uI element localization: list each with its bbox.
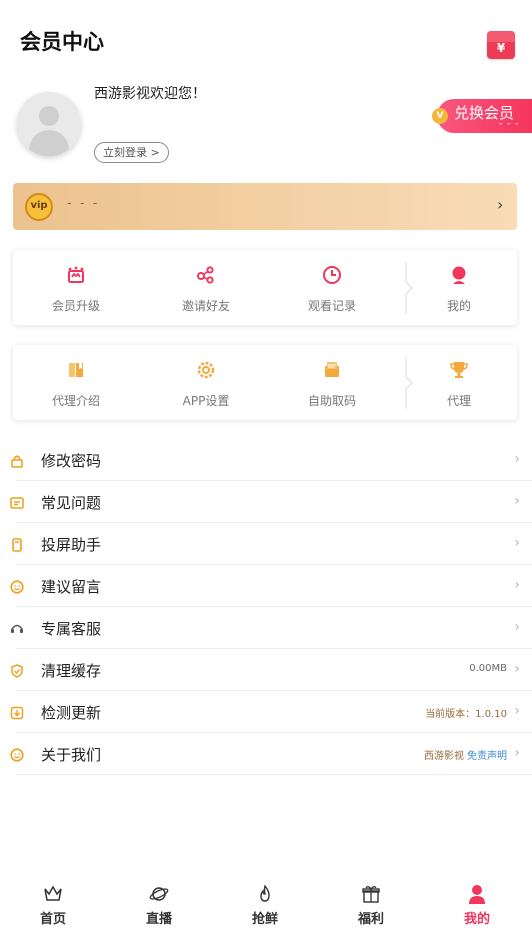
tab-label: 直播 — [145, 912, 172, 927]
welcome-text: 西游影视欢迎您！ — [94, 86, 206, 102]
lock-icon — [11, 455, 23, 468]
menu-label: 专属客服 — [41, 620, 102, 638]
page-title: 会员中心 — [20, 30, 104, 54]
exchange-membership-button[interactable]: V 兑换会员 - - - — [432, 99, 532, 133]
grid-label: 会员升级 — [51, 299, 100, 313]
feature-grid-2: 代理介绍 APP设置 自助取码 代理 — [13, 345, 517, 420]
disclaimer-link[interactable]: 免责声明 — [467, 747, 507, 762]
profile-section: 西游影视欢迎您！ 立刻登录 > V 兑换会员 - - - — [0, 80, 532, 176]
planet-icon — [149, 887, 169, 901]
exchange-sub: - - - — [499, 119, 520, 129]
tab-label: 抢鲜 — [251, 912, 278, 927]
tab-label: 福利 — [357, 912, 384, 927]
grid-label: 观看记录 — [307, 299, 356, 313]
menu-label: 关于我们 — [41, 746, 102, 764]
menu-label: 修改密码 — [41, 452, 102, 470]
trophy-icon — [450, 362, 468, 378]
download-icon — [10, 706, 24, 720]
phone-icon — [12, 538, 22, 552]
mail-icon — [325, 362, 339, 377]
menu-item-faq[interactable]: 常见问题 › — [0, 481, 532, 523]
v-badge-icon: V — [432, 108, 448, 124]
chevron-right-icon: › — [514, 577, 520, 593]
menu-item-check-update[interactable]: 检测更新 当前版本：1.0.10 › — [0, 691, 532, 733]
tab-fresh[interactable]: 抢鲜 — [212, 880, 318, 940]
chevron-right-icon: › — [514, 661, 520, 677]
grid-label: 代理介绍 — [51, 394, 100, 408]
app-version: 当前版本：1.0.10 — [425, 709, 507, 720]
tab-live[interactable]: 直播 — [106, 880, 212, 940]
vip-badge-text: vip — [30, 200, 48, 211]
menu-item-about-us[interactable]: 关于我们 西游影视 免责声明 › — [0, 733, 532, 775]
bottom-tab-bar: 首页 直播 抢鲜 福利 我的 — [0, 874, 532, 944]
tab-welfare[interactable]: 福利 — [318, 880, 424, 940]
tab-label: 我的 — [463, 912, 490, 927]
avatar[interactable] — [17, 92, 81, 156]
tab-label: 首页 — [39, 912, 66, 927]
book-icon — [69, 363, 83, 377]
gear-icon — [197, 361, 215, 379]
vip-status: - - - — [67, 196, 100, 211]
grid-item-agent-intro[interactable]: 代理介绍 — [13, 345, 139, 420]
chevron-right-icon: › — [514, 745, 520, 761]
chevron-right-icon: › — [514, 619, 520, 635]
grid-label: 我的 — [446, 299, 471, 313]
header: 会员中心 ¥ — [0, 0, 532, 80]
cache-size: 0.00MB — [469, 663, 507, 674]
grid-label: 自助取码 — [307, 394, 356, 408]
chevron-right-icon: › — [514, 535, 520, 551]
menu-label: 投屏助手 — [41, 536, 102, 554]
smile-icon — [10, 580, 24, 594]
grid-label: 邀请好友 — [181, 299, 230, 313]
crown-frame-icon — [68, 266, 84, 283]
menu-label: 检测更新 — [41, 704, 102, 722]
app-name: 西游影视 — [424, 751, 464, 762]
grid-item-app-settings[interactable]: APP设置 — [143, 345, 269, 420]
chevron-right-icon: › — [497, 195, 504, 214]
menu-item-change-password[interactable]: 修改密码 › — [0, 439, 532, 481]
user-icon — [452, 266, 466, 284]
grid-label: 代理 — [446, 394, 471, 408]
tab-mine[interactable]: 我的 — [424, 880, 530, 940]
share-icon — [197, 266, 214, 284]
crown-icon — [44, 885, 62, 901]
menu-item-screen-cast[interactable]: 投屏助手 › — [0, 523, 532, 565]
chevron-right-icon: › — [514, 703, 520, 719]
vip-icon: vip — [25, 193, 53, 221]
tab-home[interactable]: 首页 — [0, 880, 106, 940]
login-button[interactable]: 立刻登录 > — [94, 142, 169, 163]
red-envelope-icon[interactable]: ¥ — [487, 31, 515, 59]
grid-item-agent[interactable]: 代理 — [396, 345, 522, 420]
chevron-right-icon: > — [150, 146, 160, 159]
grid-item-vip-upgrade[interactable]: 会员升级 — [13, 250, 139, 325]
feature-grid-1: 会员升级 邀请好友 观看记录 我的 — [13, 250, 517, 325]
chevron-right-icon: › — [514, 493, 520, 509]
login-label: 立刻登录 — [103, 146, 147, 159]
faq-icon — [10, 497, 24, 509]
shield-check-icon — [11, 664, 23, 678]
headset-icon — [11, 624, 23, 633]
chevron-right-icon: › — [514, 451, 520, 467]
menu-item-feedback[interactable]: 建议留言 › — [0, 565, 532, 607]
grid-item-invite[interactable]: 邀请好友 — [143, 250, 269, 325]
grid-item-history[interactable]: 观看记录 — [269, 250, 395, 325]
smile-icon — [10, 748, 24, 762]
grid-item-self-code[interactable]: 自助取码 — [269, 345, 395, 420]
user-icon — [469, 885, 485, 904]
grid-label: APP设置 — [182, 394, 230, 408]
clock-icon — [323, 266, 341, 284]
menu-label: 建议留言 — [41, 578, 102, 596]
grid-item-mine[interactable]: 我的 — [396, 250, 522, 325]
menu-label: 常见问题 — [41, 494, 102, 512]
gift-icon — [362, 886, 380, 903]
menu-item-customer-service[interactable]: 专属客服 › — [0, 607, 532, 649]
vip-bar[interactable]: vip - - - › — [13, 183, 517, 230]
menu-label: 清理缓存 — [41, 662, 102, 680]
red-envelope-symbol: ¥ — [496, 41, 506, 55]
menu-item-clear-cache[interactable]: 清理缓存 0.00MB › — [0, 649, 532, 691]
fire-icon — [260, 884, 270, 902]
